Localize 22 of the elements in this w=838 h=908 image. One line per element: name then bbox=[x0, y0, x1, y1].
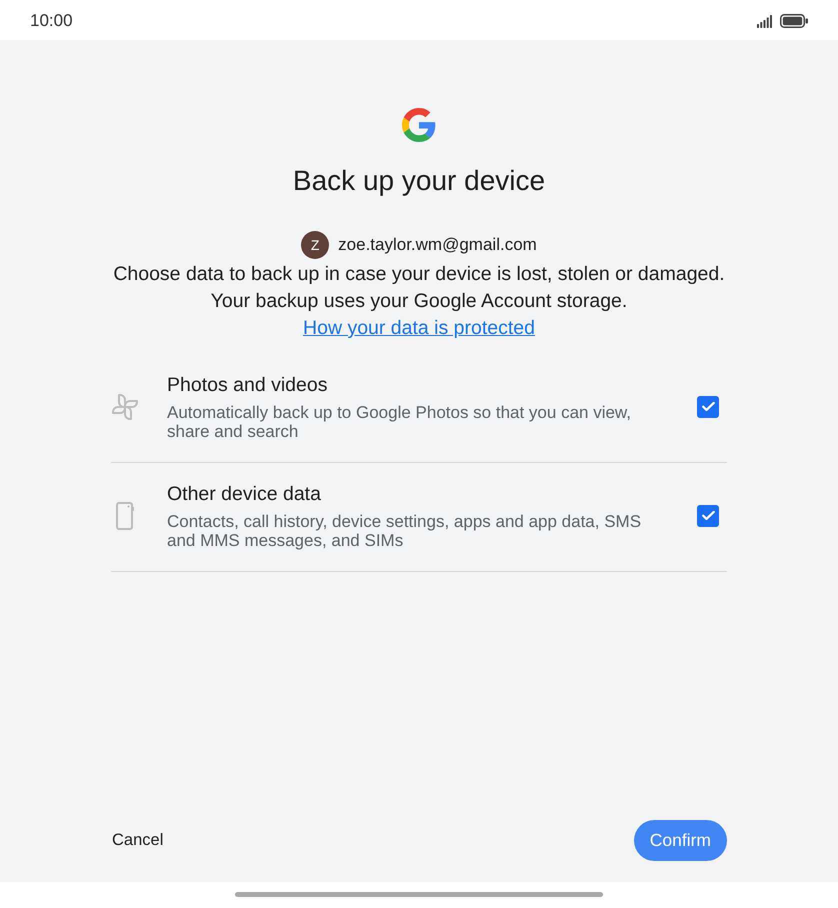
status-time: 10:00 bbox=[30, 11, 73, 31]
option-description: Contacts, call history, device settings, apps and app data, SMS and MMS messages, and SIMs bbox=[167, 512, 642, 550]
confirm-button[interactable]: Confirm bbox=[634, 820, 727, 861]
checkmark-icon bbox=[702, 511, 714, 521]
checkmark-icon bbox=[702, 402, 714, 412]
data-protection-link[interactable]: How your data is protected bbox=[303, 317, 535, 339]
battery-icon bbox=[780, 14, 808, 28]
cancel-button[interactable]: Cancel bbox=[112, 831, 164, 850]
gesture-handle[interactable] bbox=[235, 892, 603, 897]
description-text: Choose data to back up in case your device is lost, stolen or damaged. Your backup uses your Google Account storage. How your data is protected bbox=[112, 262, 726, 341]
pinwheel-icon bbox=[112, 394, 138, 420]
option-title: Photos and videos bbox=[167, 373, 328, 397]
signal-icon bbox=[757, 14, 772, 28]
google-logo-icon bbox=[402, 108, 436, 142]
account-email: zoe.taylor.wm@gmail.com bbox=[338, 235, 537, 255]
checkbox[interactable] bbox=[697, 505, 719, 527]
checkbox[interactable] bbox=[697, 396, 719, 418]
phone-icon bbox=[116, 502, 134, 530]
page-title: Back up your device bbox=[292, 164, 546, 198]
avatar-initial: Z bbox=[301, 231, 330, 259]
option-description: Automatically back up to Google Photos so that you can view, share and search bbox=[167, 403, 632, 441]
option-title: Other device data bbox=[167, 482, 322, 506]
